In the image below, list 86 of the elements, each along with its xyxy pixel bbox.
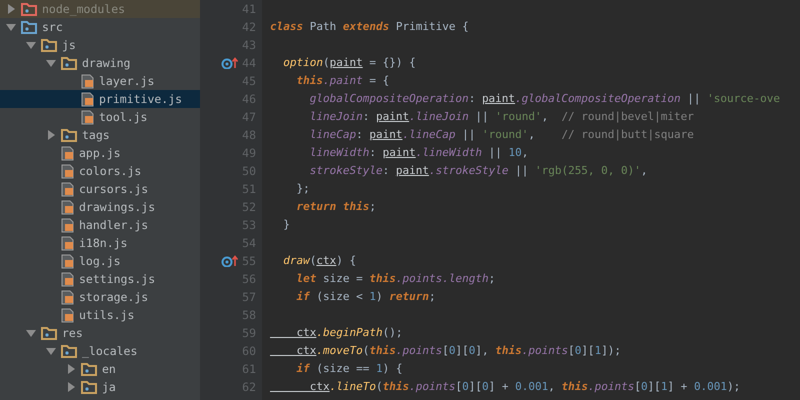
file-name: js: [62, 38, 76, 52]
tree-row[interactable]: src: [0, 18, 200, 36]
code-line: if (size < 1) return;: [295, 289, 436, 305]
file-name: cursors.js: [79, 182, 148, 196]
js-file-icon: [61, 200, 74, 214]
file-name: tags: [82, 128, 110, 142]
tree-row[interactable]: ja: [0, 378, 200, 396]
code-line: option(paint = {}) {: [282, 55, 416, 71]
code-line: ctx.lineTo(this.points[0][0] + 0.001, this.points[0][1] + 0.001);: [308, 379, 740, 395]
file-name: en: [102, 362, 116, 376]
file-name: node_modules: [42, 2, 126, 16]
tree-row[interactable]: storage.js: [0, 288, 200, 306]
folder-icon: [61, 344, 77, 358]
tree-row[interactable]: tags: [0, 126, 200, 144]
tree-row[interactable]: layer.js: [0, 72, 200, 90]
folder-icon: [21, 2, 37, 16]
js-file-icon: [61, 164, 74, 178]
js-file-icon: [61, 218, 74, 232]
tree-row[interactable]: tool.js: [0, 108, 200, 126]
file-name: drawings.js: [79, 200, 156, 214]
tree-row[interactable]: res: [0, 324, 200, 342]
folder-icon: [61, 128, 77, 142]
file-name: primitive.js: [99, 92, 182, 106]
tree-row[interactable]: _locales: [0, 342, 200, 360]
code-line: strokeStyle: paint.strokeStyle || 'rgb(255, 0, 0)',: [308, 163, 648, 179]
js-file-icon: [61, 272, 74, 286]
folder-icon: [81, 380, 97, 394]
code-line: lineJoin: paint.lineJoin || 'round', // round|bevel|miter: [308, 109, 694, 125]
file-name: src: [42, 20, 63, 34]
tree-row[interactable]: handler.js: [0, 216, 200, 234]
js-file-icon: [61, 254, 74, 268]
file-name: colors.js: [79, 164, 142, 178]
tree-row[interactable]: cursors.js: [0, 180, 200, 198]
file-name: log.js: [79, 254, 121, 268]
code-line: lineWidth: paint.lineWidth || 10,: [308, 145, 528, 161]
tree-row[interactable]: i18n.js: [0, 234, 200, 252]
js-file-icon: [81, 74, 94, 88]
folder-icon: [61, 56, 77, 70]
file-name: handler.js: [79, 218, 148, 232]
code-line: globalCompositeOperation: paint.globalCompositeOperation || 'source-ove: [308, 91, 780, 107]
js-file-icon: [61, 290, 74, 304]
tree-row[interactable]: js: [0, 36, 200, 54]
expand-arrow-icon[interactable]: [46, 130, 56, 140]
folder-icon: [41, 326, 57, 340]
tree-row[interactable]: utils.js: [0, 306, 200, 324]
folder-icon: [41, 38, 57, 52]
js-file-icon: [81, 110, 94, 124]
folder-icon: [81, 362, 97, 376]
tree-row[interactable]: log.js: [0, 252, 200, 270]
file-name: drawing: [82, 56, 130, 70]
folder-icon: [21, 20, 37, 34]
file-name: utils.js: [79, 308, 134, 322]
tree-row[interactable]: colors.js: [0, 162, 200, 180]
code-line: }: [282, 217, 290, 233]
js-file-icon: [61, 182, 74, 196]
tree-row[interactable]: drawings.js: [0, 198, 200, 216]
file-name: app.js: [79, 146, 121, 160]
js-file-icon: [61, 146, 74, 160]
code-line: draw(ctx) {: [282, 253, 356, 269]
selected-tree-row[interactable]: primitive.js: [0, 90, 200, 108]
file-name: i18n.js: [79, 236, 128, 250]
code-line: this.paint = {: [295, 73, 390, 89]
tree-row[interactable]: settings.js: [0, 270, 200, 288]
code-line: lineCap: paint.lineCap || 'round', // round|butt|square: [308, 127, 694, 143]
js-file-icon: [61, 236, 74, 250]
code-line: class Path extends Primitive {: [270, 19, 469, 35]
js-file-icon: [61, 308, 74, 322]
js-file-icon: [81, 92, 94, 106]
file-name: ja: [102, 380, 116, 394]
code-line: if (size == 1) {: [295, 361, 402, 377]
file-name: _locales: [82, 344, 138, 358]
file-name: layer.js: [99, 74, 154, 88]
code-line: ctx.beginPath();: [295, 325, 402, 341]
tree-row[interactable]: en: [0, 360, 200, 378]
circle-arrow-icon[interactable]: [221, 255, 240, 267]
expand-arrow-icon[interactable]: [6, 4, 16, 14]
code-line: return this;: [295, 199, 376, 215]
tree-row[interactable]: drawing: [0, 54, 200, 72]
file-name: storage.js: [79, 290, 148, 304]
file-name: tool.js: [99, 110, 148, 124]
file-name: settings.js: [79, 272, 156, 286]
file-name: res: [62, 326, 83, 340]
circle-arrow-icon[interactable]: [221, 57, 240, 69]
tree-row[interactable]: app.js: [0, 144, 200, 162]
code-line: let size = this.points.length;: [295, 271, 496, 287]
code-line: };: [295, 181, 310, 197]
